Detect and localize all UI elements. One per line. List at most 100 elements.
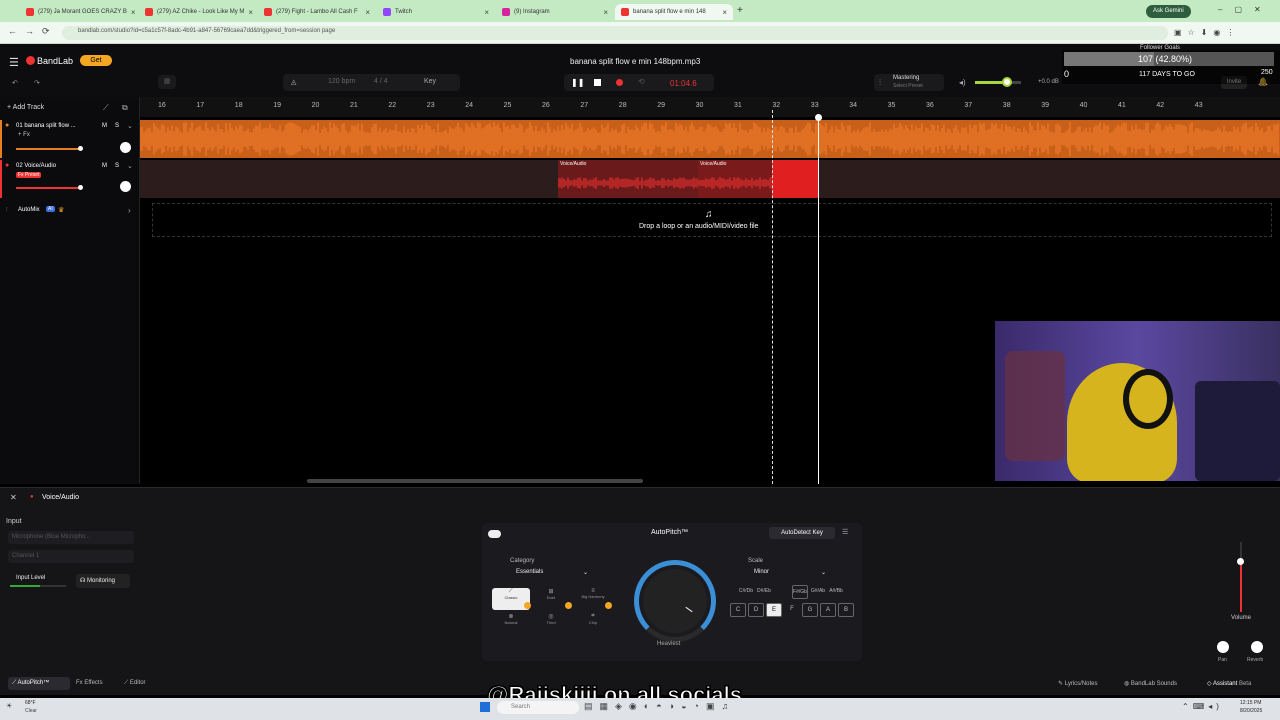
timeline-ruler[interactable]: 16 17 18 19 20 21 22 23 24 25 26 27 28 29 30 31 32 33 34 35… xyxy=(140,97,1280,117)
browser-tab-5[interactable]: (9) Instagram × xyxy=(496,4,614,20)
mode-chip[interactable]: ⌗ Chip xyxy=(572,613,614,635)
track-header-2[interactable]: ● 02 Voice/Audio M S ⌄ Fx Preset xyxy=(0,160,140,198)
input-device-select[interactable]: Microphone (Blue Micropho... xyxy=(8,531,134,544)
playhead-handle[interactable] xyxy=(815,114,822,121)
pause-button[interactable]: ❚❚ xyxy=(571,78,584,87)
weather-icon[interactable]: ☀ xyxy=(6,702,12,710)
autopitch-toggle[interactable] xyxy=(488,530,501,538)
pan-knob[interactable] xyxy=(120,181,131,192)
scale-select[interactable]: Minor ⌄ xyxy=(750,567,830,579)
browser-tab-2[interactable]: (279) AZ Chike - Look Like My M × xyxy=(139,4,257,20)
track-volume-thumb[interactable] xyxy=(78,185,83,190)
close-tab-icon[interactable]: × xyxy=(365,8,370,17)
key-g-sharp[interactable]: G#/Ab xyxy=(810,585,826,599)
ask-gemini-button[interactable]: Ask Gemini xyxy=(1146,5,1191,18)
category-select[interactable]: Essentials ⌄ xyxy=(512,567,592,579)
solo-button[interactable]: S xyxy=(115,163,119,169)
track-lane-1[interactable] xyxy=(140,120,1280,158)
metronome-icon[interactable]: ◬ xyxy=(291,78,296,86)
volume-slider-thumb[interactable] xyxy=(1237,558,1244,565)
stop-button[interactable] xyxy=(594,79,601,86)
pan-knob[interactable] xyxy=(120,142,131,153)
speaker-icon[interactable]: ◂) xyxy=(959,78,966,87)
undo-icon[interactable]: ↶ xyxy=(12,79,18,87)
browser-toolbar-icons[interactable]: ▣☆⬇◉⋮ xyxy=(1174,28,1240,37)
mute-button[interactable]: M xyxy=(102,123,107,129)
get-button[interactable]: Get xyxy=(80,55,112,66)
key-a[interactable]: A xyxy=(820,603,836,617)
record-button[interactable] xyxy=(616,79,623,86)
close-tab-icon[interactable]: × xyxy=(248,8,253,17)
key-d[interactable]: D xyxy=(748,603,764,617)
channel-select[interactable]: Channel 1 xyxy=(8,550,134,563)
key-g[interactable]: G xyxy=(802,603,818,617)
reverb-knob[interactable] xyxy=(1251,641,1263,653)
tab-lyrics-notes[interactable]: ✎ Lyrics/Notes xyxy=(1058,680,1098,687)
add-track-button[interactable]: + Add Track xyxy=(7,104,44,111)
chevron-right-icon[interactable]: › xyxy=(128,206,131,215)
browser-tab-1[interactable]: (279) Ja Morant GOES CRAZY B × xyxy=(20,4,138,20)
close-panel-icon[interactable]: ✕ xyxy=(10,493,17,502)
horizontal-scrollbar[interactable] xyxy=(307,479,643,483)
key-c-sharp[interactable]: C#/Db xyxy=(738,585,754,599)
grid-icon[interactable]: ▦ xyxy=(158,75,176,89)
url-field[interactable]: bandlab.com/studio?id=c5a1c57f-8adc-4b91… xyxy=(62,26,1168,40)
close-tab-icon[interactable]: × xyxy=(722,8,727,17)
audio-clip-2[interactable]: Voice/Audio xyxy=(698,160,818,198)
key-f[interactable]: F xyxy=(784,603,800,617)
key-b[interactable]: B xyxy=(838,603,854,617)
track-header-1[interactable]: ● 01 banana split flow ... M S ⌄ + Fx xyxy=(0,120,140,158)
taskbar-apps[interactable]: ▤▦◈◉◐◓◑◒◔▣♫ xyxy=(584,701,800,715)
solo-button[interactable]: S xyxy=(115,123,119,129)
key-button[interactable]: Key xyxy=(424,78,436,85)
key-e[interactable]: E xyxy=(766,603,782,617)
browser-tab-4[interactable]: Twitch × xyxy=(377,4,495,20)
master-volume-thumb[interactable] xyxy=(1002,77,1012,87)
bpm-value[interactable]: 120 bpm xyxy=(328,78,355,85)
nav-buttons[interactable]: ←→⟳ xyxy=(8,26,58,37)
wand-icon[interactable]: ⟋ xyxy=(103,103,109,113)
fx-preset-badge[interactable]: Fx Preset xyxy=(16,172,42,178)
time-signature[interactable]: 4 / 4 xyxy=(374,78,388,85)
chevron-down-icon[interactable]: ⌄ xyxy=(127,162,133,170)
track-volume-thumb[interactable] xyxy=(78,146,83,151)
tab-autopitch[interactable]: ⟋ AutoPitch™ xyxy=(8,677,70,690)
tab-bandlab-sounds[interactable]: ◍ BandLab Sounds xyxy=(1124,680,1177,687)
autopitch-knob[interactable] xyxy=(643,569,707,633)
chevron-down-icon[interactable]: ⌄ xyxy=(127,122,133,130)
key-d-sharp[interactable]: D#/Eb xyxy=(756,585,772,599)
pan-knob[interactable] xyxy=(1217,641,1229,653)
close-tab-icon[interactable]: × xyxy=(603,8,608,17)
redo-icon[interactable]: ↷ xyxy=(34,79,40,87)
window-controls[interactable]: –▢✕ xyxy=(1218,5,1273,14)
tab-assistant[interactable]: ◇ Assistant Beta xyxy=(1207,680,1251,687)
playhead[interactable] xyxy=(818,117,819,484)
settings-sliders-icon[interactable]: ☰ xyxy=(842,528,848,536)
key-a-sharp[interactable]: A#/Bb xyxy=(828,585,844,599)
monitoring-button[interactable]: ☊ Monitoring xyxy=(76,574,130,588)
autodetect-key-button[interactable]: AutoDetect Key xyxy=(769,527,835,539)
key-f-sharp[interactable]: F#/Gb xyxy=(792,585,808,599)
track-lane-2[interactable]: Voice/Audio Voice/Audio xyxy=(140,160,1280,198)
mode-natural[interactable]: ⊗ Natural xyxy=(492,613,530,635)
start-icon[interactable] xyxy=(480,702,490,712)
key-c[interactable]: C xyxy=(730,603,746,617)
new-tab-button[interactable]: + xyxy=(737,5,743,16)
close-tab-icon[interactable]: × xyxy=(484,8,489,17)
track-settings-icon[interactable]: ⧉ xyxy=(122,103,128,113)
mute-button[interactable]: M xyxy=(102,163,107,169)
track-name[interactable]: 02 Voice/Audio xyxy=(16,163,56,169)
tab-editor[interactable]: ⟋ Editor xyxy=(124,680,146,687)
browser-tab-active[interactable]: banana split flow e min 148 × xyxy=(615,4,733,20)
browser-tab-3[interactable]: (279) Fight - Lambo All Cash F × xyxy=(258,4,376,20)
taskbar-search[interactable]: Search xyxy=(497,701,579,714)
loop-icon[interactable]: ⟲ xyxy=(638,77,645,86)
system-tray-icons[interactable]: ⌃⌨◂) xyxy=(1182,702,1223,711)
tab-effects[interactable]: Fx Effects xyxy=(76,680,103,686)
fx-button[interactable]: + Fx xyxy=(18,132,30,138)
mode-third[interactable]: ◎ Third xyxy=(532,613,570,635)
track-name[interactable]: 01 banana split flow ... xyxy=(16,123,76,129)
close-tab-icon[interactable]: × xyxy=(131,8,136,17)
automix-row[interactable]: ⫶ AutoMix AI ♛ › xyxy=(0,201,140,221)
menu-icon[interactable]: ☰ xyxy=(9,56,19,69)
